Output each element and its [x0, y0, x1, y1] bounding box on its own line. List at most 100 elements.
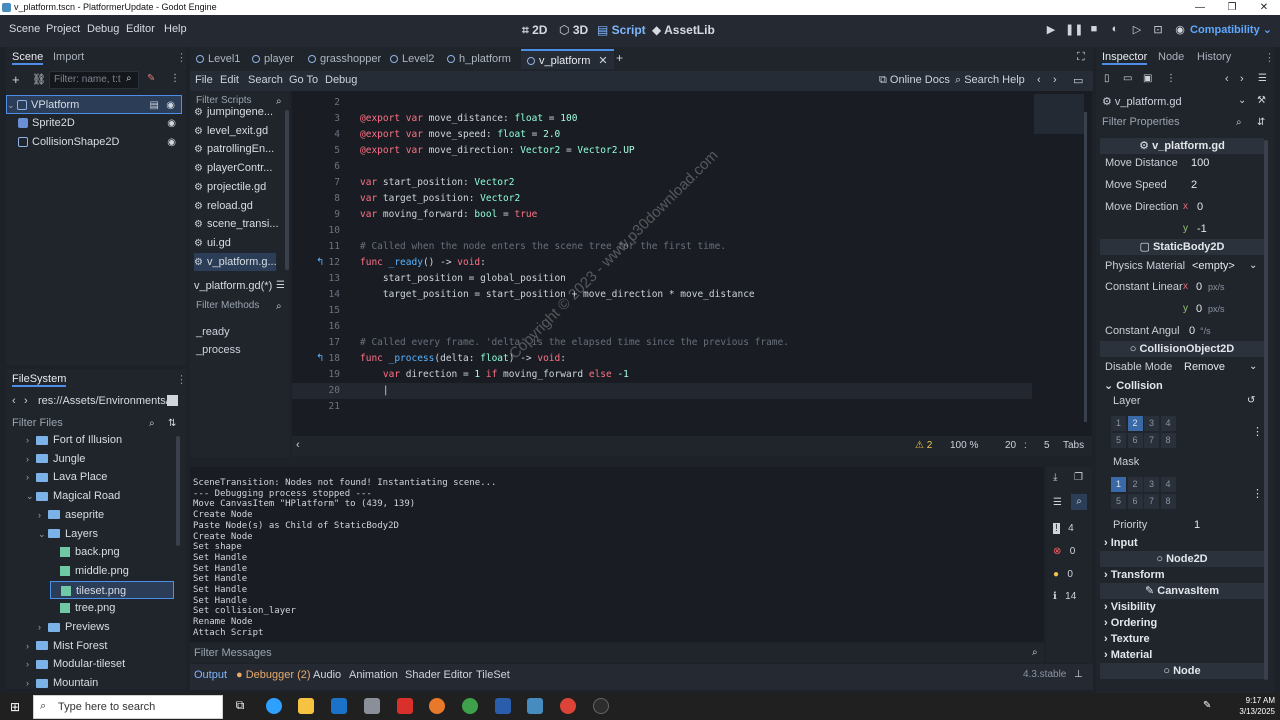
filesystem-item[interactable]: › aseprite	[38, 506, 104, 524]
code-line[interactable]: 17 # Called every frame. 'delta' is the e…	[300, 335, 1030, 351]
errors-filter-button[interactable]: ⊗ 0	[1053, 546, 1075, 557]
chevron-icon[interactable]: ›	[38, 506, 48, 524]
collision-layer-bit[interactable]: 6	[1127, 433, 1143, 448]
texture-section[interactable]: › Texture	[1104, 633, 1150, 645]
editor-tab[interactable]: Level2	[390, 49, 434, 69]
code-scrollbar[interactable]	[1084, 112, 1087, 422]
save-icon[interactable]: ▣	[1143, 73, 1152, 84]
code-line[interactable]: 3 @export var move_distance: float = 100	[300, 111, 1030, 127]
layer-menu-icon[interactable]: ⋮	[1252, 425, 1263, 438]
ordering-section[interactable]: › Ordering	[1104, 617, 1157, 629]
filter-properties-input[interactable]: Filter Properties	[1098, 114, 1250, 132]
tree-node-sprite2d[interactable]: Sprite2D ◉	[18, 114, 182, 133]
collision-mask-bit[interactable]: 7	[1144, 494, 1159, 509]
physics-material-value[interactable]: <empty>	[1192, 260, 1235, 272]
method-ready[interactable]: _ready	[196, 326, 230, 338]
pause-icon[interactable]: ❚❚	[1065, 23, 1083, 36]
code-line[interactable]: 20 |	[300, 383, 1030, 399]
sort-methods-icon[interactable]: ☰	[276, 280, 285, 291]
filesystem-scrollbar[interactable]	[176, 436, 180, 546]
indent-mode[interactable]: Tabs	[1063, 440, 1084, 451]
clear-output-icon[interactable]: ⤓	[1053, 472, 1057, 483]
chevron-icon[interactable]: ›	[26, 431, 36, 449]
tab-scene[interactable]: Scene	[12, 51, 44, 65]
filesystem-item[interactable]: middle.png	[50, 562, 129, 580]
editor-tab[interactable]: Level1	[196, 49, 240, 69]
dock-menu-icon[interactable]: ⋮	[176, 373, 187, 386]
constant-linear-y[interactable]: 0	[1196, 303, 1202, 315]
inspected-object[interactable]: ⚙ v_platform.gd	[1102, 95, 1182, 108]
link-icon[interactable]: ⛓	[32, 73, 46, 86]
workspace-script-tab[interactable]: ▤ Script	[597, 23, 646, 37]
node-section-header[interactable]: ○ Node	[1100, 663, 1264, 679]
code-line[interactable]: 16	[300, 319, 1030, 335]
collisionobject-section-header[interactable]: ○ CollisionObject2D	[1100, 341, 1264, 357]
add-node-icon[interactable]: +	[12, 72, 20, 87]
filesystem-item[interactable]: › Lava Place	[26, 468, 107, 486]
code-line[interactable]: 13 start_position = global_position	[300, 271, 1030, 287]
script-menu-goto[interactable]: Go To	[289, 74, 318, 86]
code-line[interactable]: 18 func _process(delta: float) -> void:	[300, 351, 1030, 367]
script-list-item[interactable]: ⚙ v_platform.g...	[194, 252, 276, 271]
pen-icon[interactable]: ✎	[1203, 700, 1211, 711]
collision-layer-bit[interactable]: 5	[1111, 433, 1126, 448]
tree-node-vplatform[interactable]: ⌄ VPlatform ▤ ◉	[6, 95, 182, 114]
tab-import[interactable]: Import	[53, 51, 84, 63]
play-custom-icon[interactable]: ⊡	[1150, 23, 1166, 36]
workspace-2d-tab[interactable]: ⌗ 2D	[522, 23, 547, 38]
remote-debug-icon[interactable]: ◐	[1107, 23, 1123, 35]
code-line[interactable]: 21	[300, 399, 1030, 415]
tree-node-collisionshape[interactable]: CollisionShape2D ◉	[18, 133, 182, 152]
chrome-icon[interactable]	[462, 698, 478, 714]
script-list-item[interactable]: ⚙ reload.gd	[194, 197, 284, 215]
windows-start-icon[interactable]: ⊞	[10, 700, 20, 714]
menu-debug[interactable]: Debug	[87, 23, 119, 35]
godot-taskbar-icon[interactable]	[527, 698, 543, 714]
collision-mask-bit[interactable]: 1	[1111, 477, 1126, 492]
renderer-selector[interactable]: Compatibility ⌄	[1190, 23, 1272, 36]
property-settings-icon[interactable]: ⇵	[1257, 117, 1265, 128]
priority-value[interactable]: 1	[1194, 519, 1200, 531]
tab-animation[interactable]: Animation	[349, 669, 398, 681]
collision-section[interactable]: ⌄ Collision	[1104, 379, 1163, 392]
task-view-icon[interactable]: ⧉	[232, 698, 248, 714]
constant-linear-x[interactable]: 0	[1196, 281, 1202, 293]
filesystem-item[interactable]: ⌄ Magical Road	[26, 487, 120, 505]
filesystem-path[interactable]: res://Assets/Environments/	[38, 395, 169, 407]
chevron-down-icon[interactable]: ⌄	[1249, 361, 1257, 372]
visibility-eye-icon[interactable]: ◉	[166, 96, 175, 115]
script-list-item[interactable]: ⚙ scene_transi...	[194, 215, 284, 233]
copy-output-icon[interactable]: ❐	[1074, 472, 1083, 483]
dock-menu-icon[interactable]: ⋮	[1264, 51, 1275, 64]
back-arrow-icon[interactable]: ‹	[12, 395, 16, 407]
input-section[interactable]: › Input	[1104, 537, 1138, 549]
distraction-free-icon[interactable]: ⛶	[1077, 51, 1085, 64]
move-distance-value[interactable]: 100	[1191, 157, 1209, 169]
code-line[interactable]: 15	[300, 303, 1030, 319]
script-list-item[interactable]: ⚙ level_exit.gd	[194, 122, 284, 140]
filesystem-item[interactable]: › Jungle	[26, 450, 85, 468]
pin-panel-icon[interactable]: ⊥	[1074, 669, 1083, 680]
chevron-icon[interactable]: ›	[26, 655, 36, 673]
collision-mask-bit[interactable]: 4	[1160, 477, 1176, 492]
script-list-item[interactable]: ⚙ patrollingEn...	[194, 140, 284, 158]
tab-tileset[interactable]: TileSet	[476, 669, 510, 681]
method-process[interactable]: _process	[196, 344, 241, 356]
chevron-icon[interactable]: ⌄	[38, 525, 48, 543]
chevron-down-icon[interactable]: ⌄	[1249, 260, 1257, 271]
split-view-icon[interactable]	[167, 395, 178, 406]
code-line[interactable]: 11 # Called when the node enters the scen…	[300, 239, 1030, 255]
collision-mask-bit[interactable]: 2	[1127, 477, 1143, 492]
chevron-icon[interactable]: ›	[26, 674, 36, 692]
taskbar-date[interactable]: 3/13/2025	[1231, 707, 1275, 716]
store-icon[interactable]	[331, 698, 347, 714]
script-menu-edit[interactable]: Edit	[220, 74, 239, 86]
script-section-header[interactable]: ⚙ v_platform.gd	[1100, 138, 1264, 154]
editor-tab[interactable]: player	[252, 49, 294, 69]
script-list-item[interactable]: ⚙ playerContr...	[194, 159, 284, 177]
forward-arrow-icon[interactable]: ›	[24, 395, 28, 407]
collision-layer-bit[interactable]: 1	[1111, 416, 1126, 431]
visibility-eye-icon[interactable]: ◉	[167, 114, 176, 133]
stop-icon[interactable]: ■	[1086, 23, 1102, 35]
menu-scene[interactable]: Scene	[9, 23, 40, 35]
